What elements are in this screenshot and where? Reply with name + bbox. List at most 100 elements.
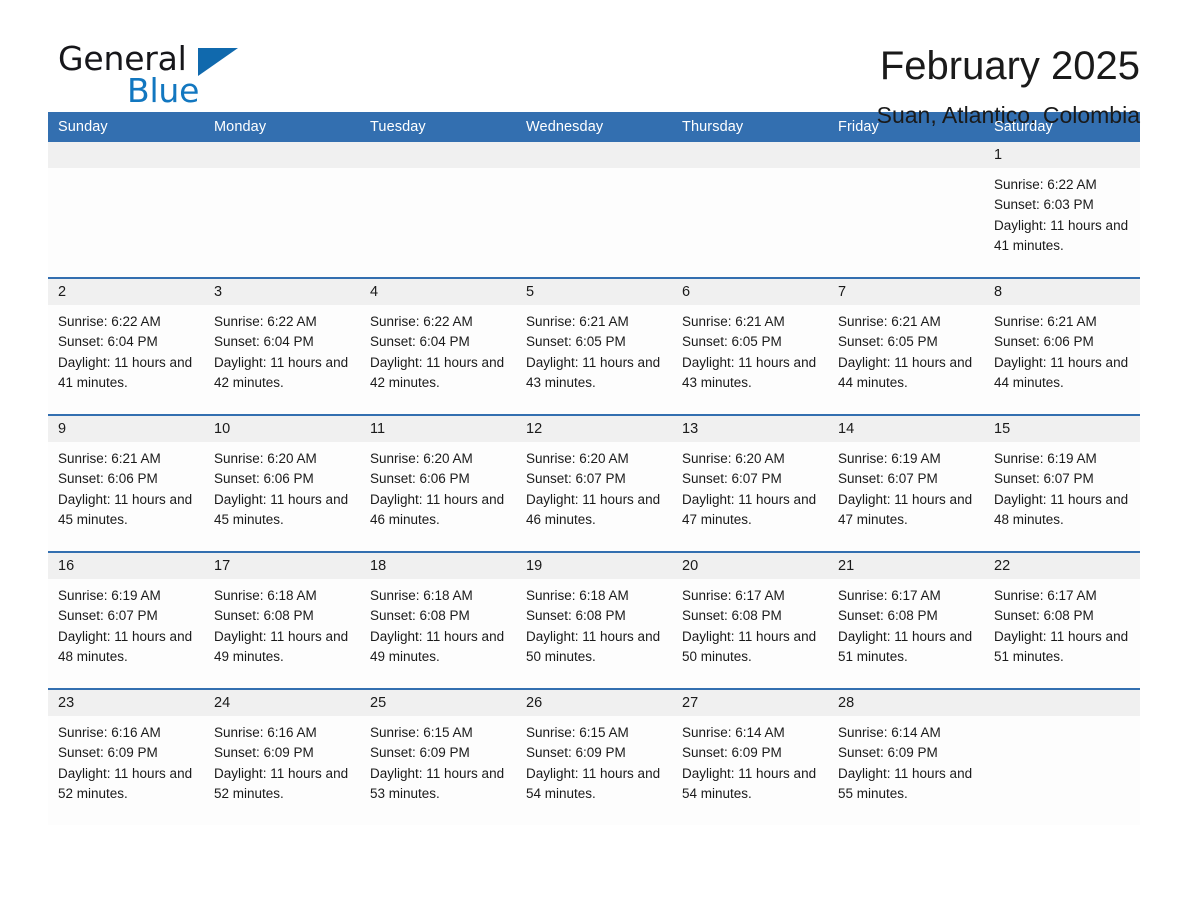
calendar-day-cell[interactable]: 9 Sunrise: 6:21 AM Sunset: 6:06 PM Daylight… bbox=[48, 414, 204, 552]
calendar-day-cell[interactable]: 21 Sunrise: 6:17 AM Sunset: 6:08 PM Dayligh… bbox=[828, 551, 984, 689]
sunset-text: Sunset: 6:09 PM bbox=[526, 745, 626, 761]
daylight-text: Daylight: 11 hours and 41 minutes. bbox=[58, 354, 193, 390]
daylight-text: Daylight: 11 hours and 43 minutes. bbox=[526, 354, 661, 390]
day-details: Sunrise: 6:18 AM Sunset: 6:08 PM Daylight:… bbox=[204, 579, 360, 667]
calendar-day-cell[interactable]: 1 Sunrise: 6:22 AM Sunset: 6:03 PM Daylight… bbox=[984, 142, 1140, 278]
daylight-text: Daylight: 11 hours and 42 minutes. bbox=[214, 354, 349, 390]
calendar-day-cell[interactable]: 26 Sunrise: 6:15 AM Sunset: 6:09 PM Dayligh… bbox=[516, 688, 672, 825]
calendar-day-cell[interactable]: 7 Sunrise: 6:21 AM Sunset: 6:05 PM Daylight… bbox=[828, 277, 984, 415]
calendar-day-cell[interactable]: 3 Sunrise: 6:22 AM Sunset: 6:04 PM Daylight… bbox=[204, 277, 360, 415]
day-details: Sunrise: 6:20 AM Sunset: 6:07 PM Daylight:… bbox=[516, 442, 672, 530]
day-number: 20 bbox=[672, 553, 828, 579]
calendar-day-cell[interactable]: 16 Sunrise: 6:19 AM Sunset: 6:07 PM Dayligh… bbox=[48, 551, 204, 689]
day-details: Sunrise: 6:18 AM Sunset: 6:08 PM Daylight:… bbox=[516, 579, 672, 667]
day-number: 6 bbox=[672, 279, 828, 305]
day-number bbox=[516, 142, 672, 168]
day-number bbox=[672, 142, 828, 168]
day-details: Sunrise: 6:14 AM Sunset: 6:09 PM Daylight:… bbox=[828, 716, 984, 804]
day-details: Sunrise: 6:22 AM Sunset: 6:04 PM Daylight:… bbox=[360, 305, 516, 393]
day-details: Sunrise: 6:16 AM Sunset: 6:09 PM Daylight:… bbox=[48, 716, 204, 804]
day-number: 22 bbox=[984, 553, 1140, 579]
day-number: 28 bbox=[828, 690, 984, 716]
page-header: General Blue February 2025 Suan, Atlanti… bbox=[48, 0, 1140, 129]
daylight-text: Daylight: 11 hours and 49 minutes. bbox=[214, 628, 349, 664]
calendar-week-row: 23 Sunrise: 6:16 AM Sunset: 6:09 PM Dayligh… bbox=[48, 688, 1140, 825]
sunset-text: Sunset: 6:06 PM bbox=[58, 471, 158, 487]
day-details: Sunrise: 6:19 AM Sunset: 6:07 PM Daylight:… bbox=[48, 579, 204, 667]
calendar-day-cell[interactable]: 23 Sunrise: 6:16 AM Sunset: 6:09 PM Dayligh… bbox=[48, 688, 204, 825]
sunrise-text: Sunrise: 6:17 AM bbox=[838, 588, 941, 603]
sunset-text: Sunset: 6:08 PM bbox=[838, 608, 938, 624]
calendar-day-cell[interactable]: 20 Sunrise: 6:17 AM Sunset: 6:08 PM Dayligh… bbox=[672, 551, 828, 689]
sunrise-text: Sunrise: 6:20 AM bbox=[214, 451, 317, 466]
calendar-day-cell[interactable]: 13 Sunrise: 6:20 AM Sunset: 6:07 PM Dayligh… bbox=[672, 414, 828, 552]
day-details: Sunrise: 6:20 AM Sunset: 6:06 PM Daylight:… bbox=[360, 442, 516, 530]
calendar-day-cell[interactable]: 11 Sunrise: 6:20 AM Sunset: 6:06 PM Dayligh… bbox=[360, 414, 516, 552]
calendar-week-row: 2 Sunrise: 6:22 AM Sunset: 6:04 PM Daylight… bbox=[48, 277, 1140, 415]
calendar-day-cell[interactable]: 17 Sunrise: 6:18 AM Sunset: 6:08 PM Dayligh… bbox=[204, 551, 360, 689]
day-details: Sunrise: 6:21 AM Sunset: 6:06 PM Daylight:… bbox=[984, 305, 1140, 393]
calendar-day-cell[interactable]: 19 Sunrise: 6:18 AM Sunset: 6:08 PM Dayligh… bbox=[516, 551, 672, 689]
sunrise-text: Sunrise: 6:16 AM bbox=[214, 725, 317, 740]
sunrise-text: Sunrise: 6:22 AM bbox=[994, 177, 1097, 192]
daylight-text: Daylight: 11 hours and 45 minutes. bbox=[214, 491, 349, 527]
day-details: Sunrise: 6:19 AM Sunset: 6:07 PM Daylight:… bbox=[828, 442, 984, 530]
sunrise-text: Sunrise: 6:21 AM bbox=[682, 314, 785, 329]
calendar-day-cell[interactable]: 12 Sunrise: 6:20 AM Sunset: 6:07 PM Dayligh… bbox=[516, 414, 672, 552]
day-details: Sunrise: 6:20 AM Sunset: 6:06 PM Daylight:… bbox=[204, 442, 360, 530]
daylight-text: Daylight: 11 hours and 47 minutes. bbox=[838, 491, 973, 527]
weekday-header-tuesday: Tuesday bbox=[360, 112, 516, 142]
calendar-day-cell[interactable]: 15 Sunrise: 6:19 AM Sunset: 6:07 PM Dayligh… bbox=[984, 414, 1140, 552]
calendar-day-cell[interactable]: 2 Sunrise: 6:22 AM Sunset: 6:04 PM Daylight… bbox=[48, 277, 204, 415]
sunrise-text: Sunrise: 6:21 AM bbox=[526, 314, 629, 329]
calendar-day-cell[interactable]: 22 Sunrise: 6:17 AM Sunset: 6:08 PM Dayligh… bbox=[984, 551, 1140, 689]
sunset-text: Sunset: 6:07 PM bbox=[58, 608, 158, 624]
day-number: 12 bbox=[516, 416, 672, 442]
sunset-text: Sunset: 6:07 PM bbox=[682, 471, 782, 487]
sunset-text: Sunset: 6:03 PM bbox=[994, 197, 1094, 213]
sunset-text: Sunset: 6:06 PM bbox=[214, 471, 314, 487]
calendar-day-cell[interactable]: 28 Sunrise: 6:14 AM Sunset: 6:09 PM Dayligh… bbox=[828, 688, 984, 825]
calendar-day-cell-empty bbox=[48, 142, 204, 278]
calendar-week-row: 9 Sunrise: 6:21 AM Sunset: 6:06 PM Daylight… bbox=[48, 414, 1140, 552]
sunrise-text: Sunrise: 6:19 AM bbox=[58, 588, 161, 603]
sunset-text: Sunset: 6:04 PM bbox=[370, 334, 470, 350]
sunset-text: Sunset: 6:09 PM bbox=[838, 745, 938, 761]
calendar-day-cell[interactable]: 4 Sunrise: 6:22 AM Sunset: 6:04 PM Daylight… bbox=[360, 277, 516, 415]
day-details: Sunrise: 6:17 AM Sunset: 6:08 PM Daylight:… bbox=[984, 579, 1140, 667]
day-number: 24 bbox=[204, 690, 360, 716]
calendar-day-cell[interactable]: 8 Sunrise: 6:21 AM Sunset: 6:06 PM Daylight… bbox=[984, 277, 1140, 415]
weekday-header-wednesday: Wednesday bbox=[516, 112, 672, 142]
daylight-text: Daylight: 11 hours and 49 minutes. bbox=[370, 628, 505, 664]
daylight-text: Daylight: 11 hours and 47 minutes. bbox=[682, 491, 817, 527]
daylight-text: Daylight: 11 hours and 52 minutes. bbox=[58, 765, 193, 801]
calendar-day-cell[interactable]: 27 Sunrise: 6:14 AM Sunset: 6:09 PM Dayligh… bbox=[672, 688, 828, 825]
day-details: Sunrise: 6:15 AM Sunset: 6:09 PM Daylight:… bbox=[360, 716, 516, 804]
day-number: 3 bbox=[204, 279, 360, 305]
day-details: Sunrise: 6:14 AM Sunset: 6:09 PM Daylight:… bbox=[672, 716, 828, 804]
generalblue-logo[interactable]: General Blue bbox=[48, 40, 268, 114]
calendar-day-cell[interactable]: 25 Sunrise: 6:15 AM Sunset: 6:09 PM Dayligh… bbox=[360, 688, 516, 825]
sunrise-text: Sunrise: 6:14 AM bbox=[838, 725, 941, 740]
sunset-text: Sunset: 6:09 PM bbox=[682, 745, 782, 761]
calendar-day-cell[interactable]: 18 Sunrise: 6:18 AM Sunset: 6:08 PM Dayligh… bbox=[360, 551, 516, 689]
day-details: Sunrise: 6:17 AM Sunset: 6:08 PM Daylight:… bbox=[828, 579, 984, 667]
calendar-day-cell[interactable]: 10 Sunrise: 6:20 AM Sunset: 6:06 PM Dayligh… bbox=[204, 414, 360, 552]
calendar-day-cell-empty bbox=[204, 142, 360, 278]
sunrise-text: Sunrise: 6:22 AM bbox=[58, 314, 161, 329]
daylight-text: Daylight: 11 hours and 48 minutes. bbox=[994, 491, 1129, 527]
calendar-day-cell[interactable]: 24 Sunrise: 6:16 AM Sunset: 6:09 PM Dayligh… bbox=[204, 688, 360, 825]
sunrise-text: Sunrise: 6:17 AM bbox=[994, 588, 1097, 603]
calendar-day-cell[interactable]: 5 Sunrise: 6:21 AM Sunset: 6:05 PM Daylight… bbox=[516, 277, 672, 415]
sunrise-text: Sunrise: 6:21 AM bbox=[838, 314, 941, 329]
daylight-text: Daylight: 11 hours and 51 minutes. bbox=[994, 628, 1129, 664]
calendar-day-cell[interactable]: 14 Sunrise: 6:19 AM Sunset: 6:07 PM Dayligh… bbox=[828, 414, 984, 552]
day-number: 10 bbox=[204, 416, 360, 442]
daylight-text: Daylight: 11 hours and 53 minutes. bbox=[370, 765, 505, 801]
day-details: Sunrise: 6:21 AM Sunset: 6:06 PM Daylight:… bbox=[48, 442, 204, 530]
sunrise-text: Sunrise: 6:15 AM bbox=[526, 725, 629, 740]
daylight-text: Daylight: 11 hours and 54 minutes. bbox=[526, 765, 661, 801]
weekday-header-thursday: Thursday bbox=[672, 112, 828, 142]
calendar-day-cell[interactable]: 6 Sunrise: 6:21 AM Sunset: 6:05 PM Daylight… bbox=[672, 277, 828, 415]
day-number bbox=[984, 690, 1140, 716]
